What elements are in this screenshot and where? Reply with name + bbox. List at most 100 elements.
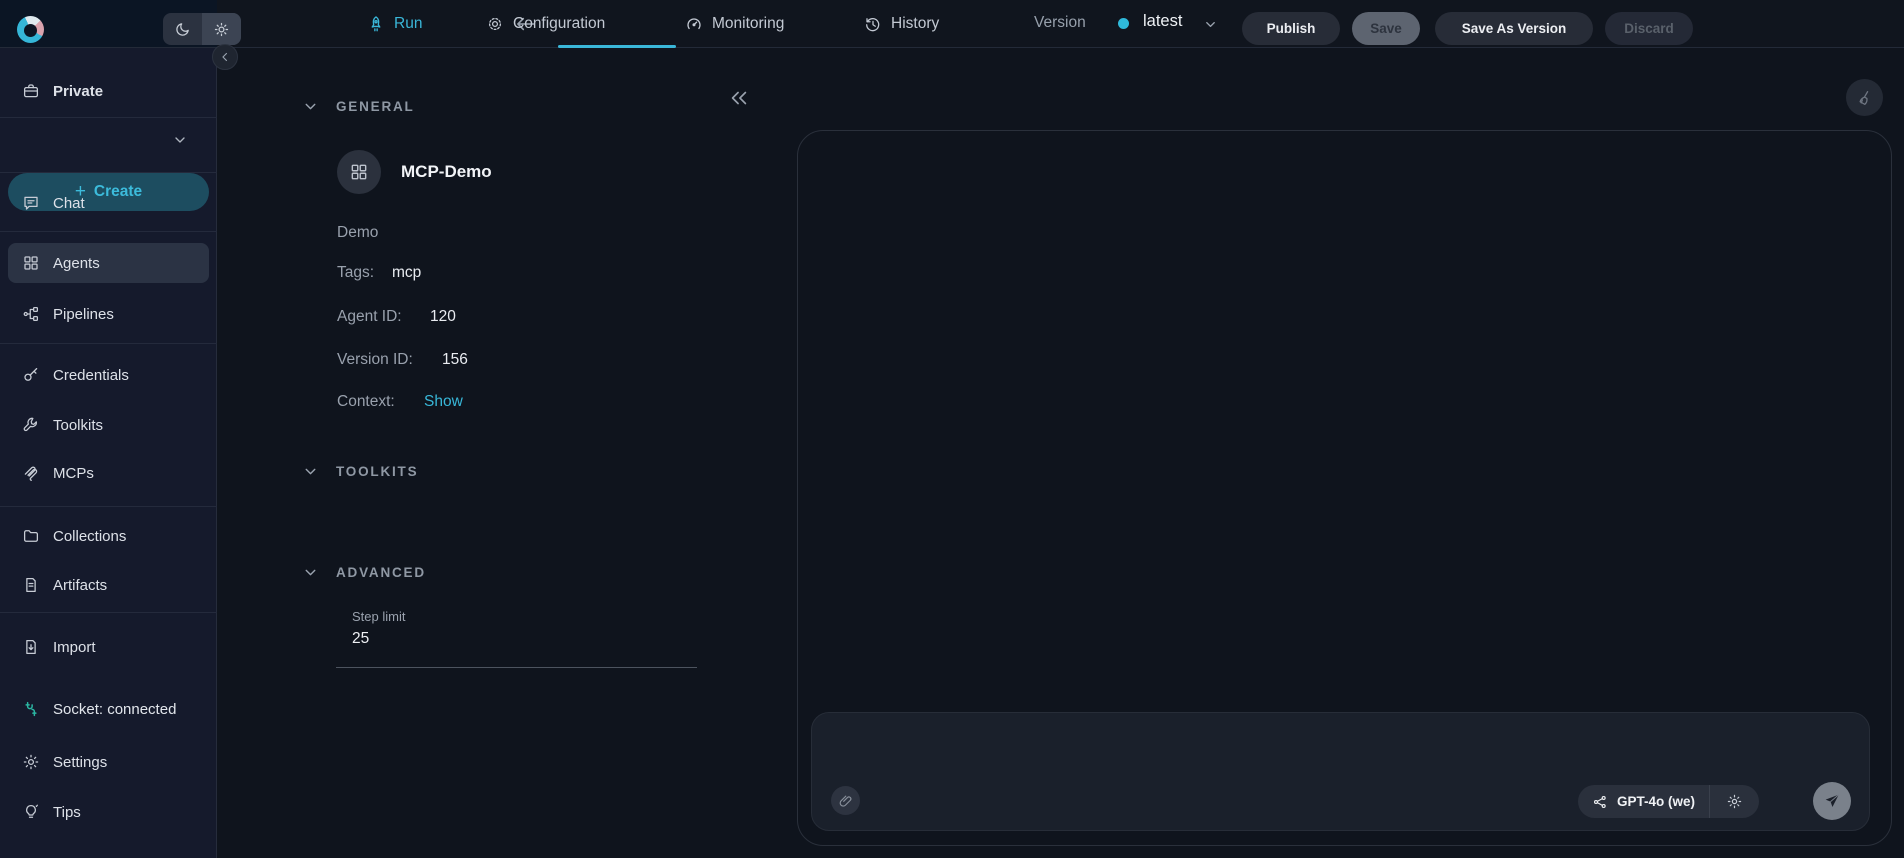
agent-id-label: Agent ID: — [337, 308, 402, 325]
sidebar-item-label: Toolkits — [53, 416, 104, 434]
chevron-left-icon — [222, 52, 228, 62]
workspace-selector[interactable]: Private — [0, 71, 217, 111]
wrench-icon — [23, 417, 37, 432]
tab-monitoring[interactable]: Monitoring — [685, 0, 784, 48]
sidebar-item-label: Credentials — [53, 366, 129, 384]
divider — [0, 172, 217, 173]
topbar-left-section — [0, 0, 241, 48]
send-button[interactable] — [1813, 782, 1851, 820]
clear-chat-button[interactable] — [1846, 79, 1883, 116]
version-selector-value[interactable]: latest — [1143, 12, 1182, 31]
tab-monitoring-label: Monitoring — [712, 15, 785, 32]
sidebar-item-label: Agents — [53, 254, 100, 272]
folder-icon — [23, 530, 39, 542]
version-id-value: 156 — [442, 351, 468, 368]
share-network-icon — [1593, 795, 1606, 808]
section-advanced-title: ADVANCED — [336, 565, 426, 580]
sidebar-item-settings[interactable]: Settings — [0, 742, 217, 782]
send-icon — [1825, 794, 1840, 807]
section-toolkits[interactable]: TOOLKITS — [302, 463, 418, 480]
model-selector-main[interactable]: GPT-4o (we) — [1578, 794, 1709, 810]
file-icon — [26, 577, 36, 593]
section-advanced[interactable]: ADVANCED — [302, 564, 426, 581]
workspace-chevron-icon[interactable] — [172, 132, 188, 148]
panel-collapse-button[interactable] — [728, 86, 750, 110]
theme-dark-button[interactable] — [163, 13, 202, 45]
save-as-version-button[interactable]: Save As Version — [1435, 12, 1593, 45]
divider — [0, 117, 217, 118]
mcp-icon — [24, 466, 38, 481]
model-settings-button[interactable] — [1710, 793, 1759, 810]
sidebar-item-agents[interactable]: Agents — [0, 243, 217, 283]
file-import-icon — [26, 639, 36, 655]
gear-icon — [1727, 794, 1742, 809]
divider — [0, 612, 217, 613]
sidebar-item-label: Import — [53, 638, 96, 656]
agent-id-value: 120 — [430, 308, 456, 325]
sidebar-item-tips[interactable]: Tips — [0, 792, 217, 832]
save-button[interactable]: Save — [1352, 12, 1420, 45]
agent-description: Demo — [337, 224, 379, 241]
history-icon — [866, 18, 880, 32]
paperclip-icon — [839, 795, 851, 807]
theme-light-button[interactable] — [202, 13, 241, 45]
publish-button[interactable]: Publish — [1242, 12, 1340, 45]
tab-configuration[interactable]: Configuration — [486, 0, 605, 48]
context-label: Context: — [337, 393, 395, 410]
chevron-down-icon — [305, 468, 316, 475]
tab-history[interactable]: History — [864, 0, 939, 48]
sidebar-item-label: Chat — [53, 194, 85, 212]
rocket-icon — [371, 16, 381, 32]
section-toolkits-title: TOOLKITS — [336, 464, 419, 479]
agents-grid-icon — [24, 256, 38, 270]
sidebar-item-mcps[interactable]: MCPs — [0, 453, 217, 493]
socket-status: Socket: connected — [0, 689, 217, 729]
section-general-title: GENERAL — [336, 99, 415, 114]
divider — [0, 231, 217, 232]
model-selector[interactable]: GPT-4o (we) — [1578, 785, 1760, 818]
app-logo[interactable] — [17, 16, 44, 43]
sun-icon — [214, 22, 229, 36]
settings-gear-icon — [23, 754, 39, 770]
sidebar-item-import[interactable]: Import — [0, 627, 217, 667]
agent-avatar — [337, 150, 381, 194]
sidebar-item-label: Tips — [53, 803, 81, 821]
sidebar-item-collections[interactable]: Collections — [0, 516, 217, 556]
chevron-down-icon — [305, 103, 316, 110]
sidebar-item-credentials[interactable]: Credentials — [0, 355, 217, 395]
divider — [0, 506, 217, 507]
tags-label: Tags: — [337, 264, 375, 281]
sidebar-item-artifacts[interactable]: Artifacts — [0, 565, 217, 605]
chat-icon — [24, 196, 38, 210]
tab-run-label: Run — [394, 15, 423, 32]
discard-button[interactable]: Discard — [1605, 12, 1693, 45]
sidebar-collapse-button[interactable] — [212, 44, 238, 70]
attach-file-button[interactable] — [831, 786, 860, 815]
step-limit-input[interactable]: 25 — [352, 630, 369, 648]
section-general[interactable]: GENERAL — [302, 98, 415, 115]
step-limit-label: Step limit — [352, 609, 406, 624]
sidebar-item-pipelines[interactable]: Pipelines — [0, 294, 217, 334]
version-id-label: Version ID: — [337, 351, 413, 368]
workspace-label: Private — [53, 82, 104, 100]
tags-value: mcp — [392, 264, 422, 281]
sidebar-item-label: Settings — [53, 753, 108, 771]
version-status-dot — [1118, 18, 1129, 29]
sidebar-item-toolkits[interactable]: Toolkits — [0, 405, 217, 445]
tab-run[interactable]: Run — [367, 0, 422, 48]
theme-toggle[interactable] — [163, 13, 241, 45]
step-limit-underline — [336, 667, 697, 668]
key-icon — [24, 367, 38, 381]
sidebar-item-chat[interactable]: Chat — [0, 183, 217, 223]
tab-configuration-label: Configuration — [513, 15, 606, 32]
version-label: Version — [1034, 14, 1086, 31]
broom-icon — [1858, 90, 1868, 105]
lightbulb-icon — [26, 804, 39, 818]
briefcase-icon — [23, 84, 39, 98]
chevron-down-icon[interactable] — [1203, 17, 1218, 32]
context-show-link[interactable]: Show — [424, 393, 463, 411]
chevron-down-icon — [305, 569, 316, 576]
socket-status-label: Socket: connected — [53, 700, 177, 718]
agent-name: MCP-Demo — [401, 162, 492, 181]
sidebar-item-label: Collections — [53, 527, 127, 545]
